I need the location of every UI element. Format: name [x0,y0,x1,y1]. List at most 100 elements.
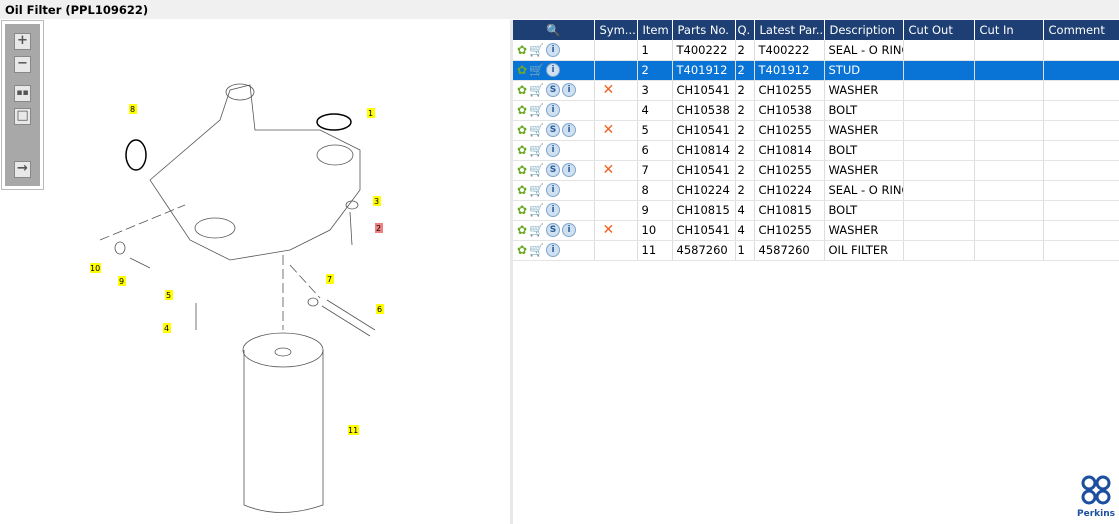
cross-icon: ✕ [602,82,615,98]
part-number-cell: CH10541 [672,80,736,101]
zoom-out-button[interactable]: − [14,56,31,73]
table-row[interactable]: ✿ 🛒 Si ✕ 10 CH10541 4 CH10255 WASHER [513,220,1119,241]
cut-out-cell [903,40,975,61]
perkins-logo: Perkins [1076,474,1116,519]
symbol-cell [594,100,638,121]
latest-part-cell: T400222 [754,40,825,61]
table-row[interactable]: ✿ 🛒 Si ✕ 5 CH10541 2 CH10255 WASHER [513,120,1119,141]
info-icon[interactable]: i [546,63,561,78]
info-icon[interactable]: i [546,183,561,198]
cart-icon[interactable]: 🛒 [529,43,544,57]
qty-cell: 2 [735,120,755,141]
cart-icon[interactable]: 🛒 [529,123,544,137]
gear-icon[interactable]: ✿ [517,143,527,157]
info-icon[interactable]: i [546,43,561,57]
toggle-panel-button[interactable]: → [14,161,31,178]
header-sym[interactable]: Sym... [594,20,638,40]
table-row[interactable]: ✿ 🛒 Si ✕ 3 CH10541 2 CH10255 WASHER [513,80,1119,101]
header-cut-in[interactable]: Cut In [974,20,1044,40]
header-comment[interactable]: Comment [1043,20,1119,40]
table-row[interactable]: ✿ 🛒 Si ✕ 7 CH10541 2 CH10255 WASHER [513,160,1119,181]
header-item[interactable]: Item [637,20,673,40]
item-cell: 8 [637,180,673,201]
cart-icon[interactable]: 🛒 [529,243,544,257]
symbol-cell [594,140,638,161]
info-icon[interactable]: i [562,223,577,238]
gear-icon[interactable]: ✿ [517,83,527,97]
cart-icon[interactable]: 🛒 [529,103,544,117]
cart-icon[interactable]: 🛒 [529,223,544,237]
gear-icon[interactable]: ✿ [517,163,527,177]
supersession-icon[interactable]: S [546,163,561,178]
info-icon[interactable]: i [546,103,561,118]
description-cell: WASHER [824,160,904,181]
table-row[interactable]: ✿ 🛒 i 4 CH10538 2 CH10538 BOLT [513,100,1119,121]
window-title: Oil Filter (PPL109622) [0,0,1119,19]
table-row[interactable]: ✿ 🛒 i 2 T401912 2 T401912 STUD [513,60,1119,81]
header-cut-out[interactable]: Cut Out [903,20,975,40]
info-icon[interactable]: i [546,243,561,258]
cut-out-cell [903,80,975,101]
cut-in-cell [974,80,1044,101]
row-actions: ✿ 🛒 i [513,240,595,261]
row-actions: ✿ 🛒 i [513,40,595,61]
comment-cell [1043,120,1119,141]
row-actions: ✿ 🛒 Si [513,80,595,101]
comment-cell [1043,220,1119,241]
row-actions: ✿ 🛒 Si [513,120,595,141]
search-column-header[interactable]: 🔍 [513,20,595,40]
info-icon[interactable]: i [546,143,561,158]
latest-part-cell: 4587260 [754,240,825,261]
table-row[interactable]: ✿ 🛒 i 11 4587260 1 4587260 OIL FILTER [513,240,1119,261]
gear-icon[interactable]: ✿ [517,43,527,57]
cart-icon[interactable]: 🛒 [529,203,544,217]
supersession-icon[interactable]: S [546,123,561,138]
svg-text:2: 2 [376,224,381,233]
info-icon[interactable]: i [562,123,577,138]
supersession-icon[interactable]: S [546,223,561,238]
cart-icon[interactable]: 🛒 [529,163,544,177]
parts-diagram: 8 1 3 2 10 9 5 7 6 4 11 [90,83,384,513]
header-qty[interactable]: Q. [735,20,755,40]
cart-icon[interactable]: 🛒 [529,83,544,97]
gear-icon[interactable]: ✿ [517,63,527,77]
cut-in-cell [974,40,1044,61]
qty-cell: 2 [735,180,755,201]
gear-icon[interactable]: ✿ [517,183,527,197]
info-icon[interactable]: i [562,83,577,98]
cart-icon[interactable]: 🛒 [529,143,544,157]
gear-icon[interactable]: ✿ [517,123,527,137]
fit-window-button[interactable]: □ [14,108,31,125]
item-cell: 6 [637,140,673,161]
fit-all-button[interactable]: ▪▪ [14,85,31,102]
gear-icon[interactable]: ✿ [517,223,527,237]
svg-text:4: 4 [164,324,169,333]
gear-icon[interactable]: ✿ [517,103,527,117]
cart-icon[interactable]: 🛒 [529,63,544,77]
cart-icon[interactable]: 🛒 [529,183,544,197]
zoom-in-button[interactable]: + [14,33,31,50]
table-row[interactable]: ✿ 🛒 i 8 CH10224 2 CH10224 SEAL - O RING [513,180,1119,201]
info-icon[interactable]: i [562,163,577,178]
info-icon[interactable]: i [546,203,561,218]
header-latest-part[interactable]: Latest Par... [754,20,825,40]
comment-cell [1043,200,1119,221]
table-row[interactable]: ✿ 🛒 i 1 T400222 2 T400222 SEAL - O RING [513,40,1119,61]
description-cell: WASHER [824,80,904,101]
cut-in-cell [974,160,1044,181]
comment-cell [1043,80,1119,101]
symbol-cell: ✕ [594,160,638,181]
header-parts-no[interactable]: Parts No. [672,20,736,40]
supersession-icon[interactable]: S [546,83,561,98]
comment-cell [1043,60,1119,81]
header-description[interactable]: Description [824,20,904,40]
description-cell: OIL FILTER [824,240,904,261]
gear-icon[interactable]: ✿ [517,243,527,257]
callout-10: 10 [90,263,101,273]
item-cell: 9 [637,200,673,221]
item-cell: 10 [637,220,673,241]
gear-icon[interactable]: ✿ [517,203,527,217]
table-row[interactable]: ✿ 🛒 i 9 CH10815 4 CH10815 BOLT [513,200,1119,221]
table-row[interactable]: ✿ 🛒 i 6 CH10814 2 CH10814 BOLT [513,140,1119,161]
svg-text:8: 8 [130,105,135,114]
